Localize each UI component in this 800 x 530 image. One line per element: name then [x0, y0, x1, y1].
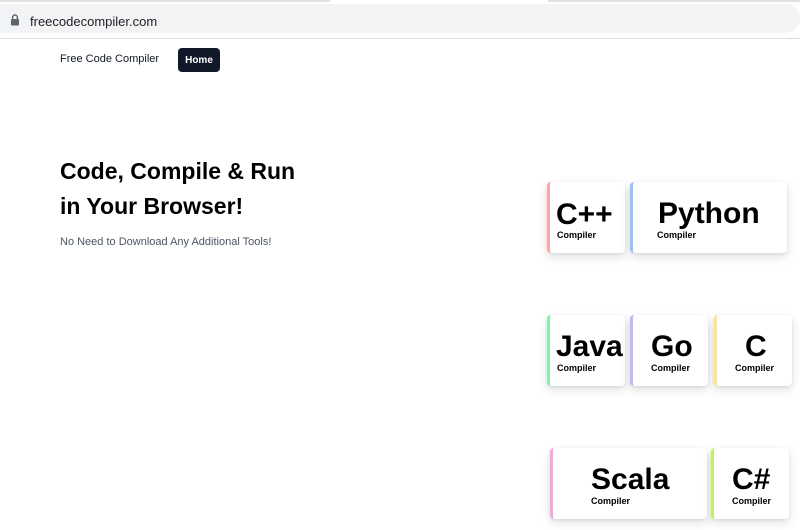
compiler-label: Compiler — [657, 230, 697, 240]
compiler-card-c[interactable]: C Compiler — [714, 315, 792, 386]
compiler-label: Compiler — [732, 496, 772, 506]
active-tab-gap — [330, 0, 548, 2]
compiler-name: C — [745, 330, 767, 363]
compiler-name: C# — [732, 463, 771, 496]
compiler-card-python[interactable]: Python Compiler — [630, 182, 787, 253]
hero-subtitle: No Need to Download Any Additional Tools… — [60, 236, 272, 248]
compiler-label: Compiler — [651, 363, 691, 373]
home-button[interactable]: Home — [178, 48, 220, 72]
hero-title: Code, Compile & Run in Your Browser! — [60, 154, 360, 224]
hero-title-line-1: Code, Compile & Run — [60, 158, 296, 184]
url-bar[interactable]: freecodecompiler.com — [0, 4, 800, 33]
browser-address-bar: freecodecompiler.com — [0, 0, 800, 39]
compiler-name: C++ — [556, 198, 613, 231]
site-brand-link[interactable]: Free Code Compiler — [60, 53, 159, 65]
compiler-label: Compiler — [557, 230, 597, 240]
url-text[interactable]: freecodecompiler.com — [30, 14, 157, 29]
compiler-label: Compiler — [591, 496, 631, 506]
compiler-name: Go — [651, 330, 693, 363]
compiler-card-scala[interactable]: Scala Compiler — [550, 448, 707, 519]
compiler-card-go[interactable]: Go Compiler — [630, 315, 708, 386]
hero-title-line-2: in Your Browser! — [60, 193, 244, 219]
compiler-card-cpp[interactable]: C++ Compiler — [547, 182, 625, 253]
compiler-label: Compiler — [557, 363, 597, 373]
compiler-name: Java — [556, 330, 623, 363]
compiler-card-csharp[interactable]: C# Compiler — [711, 448, 789, 519]
lock-icon[interactable] — [8, 13, 22, 27]
compiler-name: Scala — [591, 463, 670, 496]
compiler-name: Python — [658, 197, 760, 230]
compiler-card-java[interactable]: Java Compiler — [547, 315, 625, 386]
compiler-label: Compiler — [735, 363, 775, 373]
